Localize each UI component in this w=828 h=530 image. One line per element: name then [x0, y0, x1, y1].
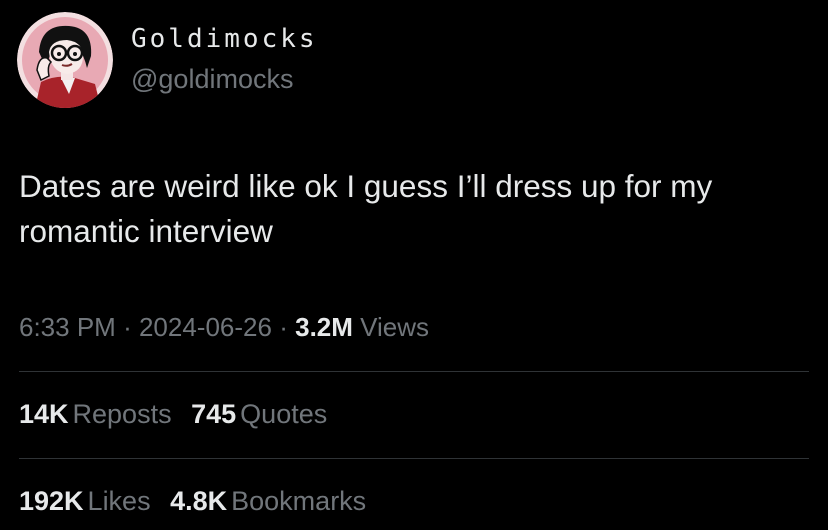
- tweet-text: Dates are weird like ok I guess I’ll dre…: [19, 168, 713, 249]
- author-handle[interactable]: @goldimocks: [131, 62, 293, 96]
- views-count: 3.2M: [295, 312, 353, 342]
- quotes-label: Quotes: [240, 399, 328, 429]
- reposts-label: Reposts: [72, 399, 172, 429]
- views-label: Views: [360, 312, 430, 342]
- likes-stat[interactable]: 192K Likes: [19, 486, 151, 516]
- stats-row-saves: 192K Likes 4.8K Bookmarks: [19, 484, 378, 518]
- meta-separator: ·: [279, 312, 288, 342]
- bookmarks-stat[interactable]: 4.8K Bookmarks: [170, 486, 366, 516]
- reposts-count: 14K: [19, 399, 69, 429]
- tweet-time: 6:33 PM: [19, 312, 116, 342]
- timestamp-link[interactable]: 6:33 PM · 2024-06-26: [19, 312, 272, 342]
- tweet-detail: Goldimocks @goldimocks Dates are weird l…: [0, 0, 828, 530]
- likes-count: 192K: [19, 486, 84, 516]
- likes-label: Likes: [87, 486, 151, 516]
- bookmarks-label: Bookmarks: [231, 486, 367, 516]
- divider: [19, 458, 809, 459]
- avatar[interactable]: [17, 12, 113, 108]
- avatar-icon: [17, 12, 113, 108]
- stats-row-engagement: 14K Reposts 745 Quotes: [19, 397, 339, 431]
- quotes-stat[interactable]: 745 Quotes: [191, 399, 327, 429]
- views-link[interactable]: 3.2M Views: [295, 312, 429, 342]
- quotes-count: 745: [191, 399, 237, 429]
- divider: [19, 371, 809, 372]
- tweet-date: 2024-06-26: [138, 312, 272, 342]
- bookmarks-count: 4.8K: [170, 486, 228, 516]
- tweet-meta: 6:33 PM · 2024-06-26 · 3.2M Views: [19, 310, 429, 344]
- meta-separator: ·: [123, 312, 132, 342]
- author-display-name[interactable]: Goldimocks: [131, 22, 318, 56]
- reposts-stat[interactable]: 14K Reposts: [19, 399, 172, 429]
